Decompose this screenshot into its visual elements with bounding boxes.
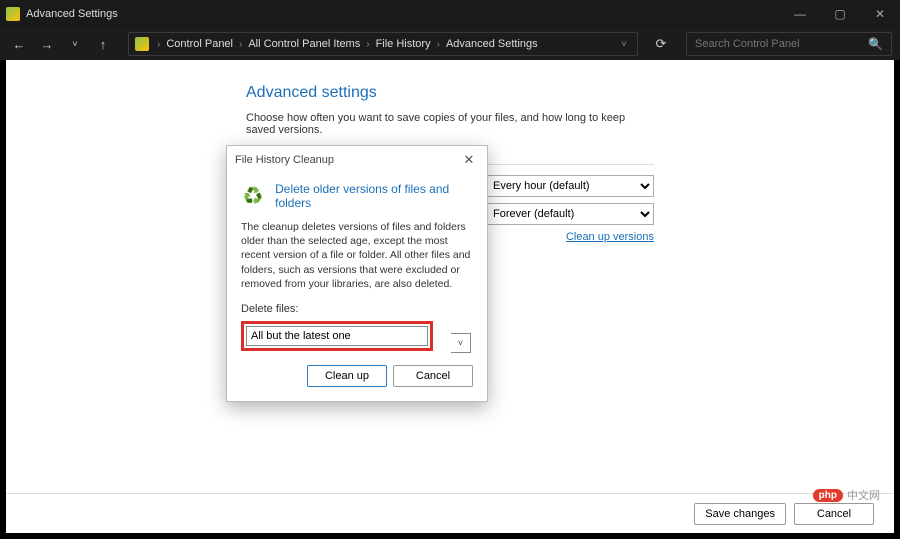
up-button[interactable]: ↑ xyxy=(92,33,114,55)
save-changes-button[interactable]: Save changes xyxy=(694,503,786,525)
delete-files-label: Delete files: xyxy=(241,303,473,315)
maximize-button[interactable]: ▢ xyxy=(820,0,860,28)
delete-files-highlight xyxy=(241,321,433,351)
search-icon[interactable]: 🔍 xyxy=(868,37,883,51)
crumb-advanced-settings[interactable]: Advanced Settings xyxy=(444,38,540,50)
folder-icon xyxy=(135,37,149,51)
breadcrumb-dropdown-icon[interactable]: ˅ xyxy=(615,39,633,50)
delete-files-select[interactable] xyxy=(246,326,428,346)
cancel-button[interactable]: Cancel xyxy=(794,503,874,525)
keep-versions-select[interactable]: Forever (default) xyxy=(484,203,654,225)
window-title: Advanced Settings xyxy=(26,8,118,20)
close-button[interactable]: ✕ xyxy=(860,0,900,28)
window-titlebar: Advanced Settings ― ▢ ✕ xyxy=(0,0,900,28)
dialog-body-text: The cleanup deletes versions of files an… xyxy=(241,220,473,291)
window-controls: ― ▢ ✕ xyxy=(780,0,900,28)
breadcrumb[interactable]: › Control Panel › All Control Panel Item… xyxy=(128,32,638,56)
dialog-cancel-button[interactable]: Cancel xyxy=(393,365,473,387)
crumb-all-items[interactable]: All Control Panel Items xyxy=(246,38,362,50)
refresh-button[interactable]: ⟳ xyxy=(650,36,672,52)
crumb-control-panel[interactable]: Control Panel xyxy=(164,38,235,50)
app-icon xyxy=(6,7,20,21)
chevron-right-icon[interactable]: › xyxy=(362,39,373,50)
cleanup-versions-link[interactable]: Clean up versions xyxy=(494,231,654,243)
watermark-pill: php xyxy=(813,489,843,502)
search-input[interactable] xyxy=(695,38,868,50)
toolbar: ← → ˅ ↑ › Control Panel › All Control Pa… xyxy=(0,28,900,60)
chevron-right-icon[interactable]: › xyxy=(433,39,444,50)
delete-files-dropdown-icon[interactable]: ˅ xyxy=(451,333,471,353)
chevron-right-icon[interactable]: › xyxy=(235,39,246,50)
page-subtitle: Choose how often you want to save copies… xyxy=(246,112,654,136)
search-box[interactable]: 🔍 xyxy=(686,32,892,56)
cleanup-button[interactable]: Clean up xyxy=(307,365,387,387)
minimize-button[interactable]: ― xyxy=(780,0,820,28)
dialog-titlebar[interactable]: File History Cleanup ✕ xyxy=(227,146,487,174)
recycle-bin-icon: ♻️ xyxy=(241,183,265,209)
dialog-title: File History Cleanup xyxy=(235,154,334,166)
forward-button[interactable]: → xyxy=(36,33,58,55)
page-footer: Save changes Cancel xyxy=(6,493,894,533)
dialog-heading: Delete older versions of files and folde… xyxy=(275,182,473,210)
file-history-cleanup-dialog: File History Cleanup ✕ ♻️ Delete older v… xyxy=(226,145,488,402)
page-title: Advanced settings xyxy=(246,84,654,102)
save-copies-select[interactable]: Every hour (default) xyxy=(484,175,654,197)
recent-dropdown-icon[interactable]: ˅ xyxy=(64,33,86,55)
crumb-file-history[interactable]: File History xyxy=(374,38,433,50)
back-button[interactable]: ← xyxy=(8,33,30,55)
chevron-right-icon[interactable]: › xyxy=(153,39,164,50)
watermark: php 中文网 xyxy=(813,487,880,503)
watermark-text: 中文网 xyxy=(847,487,880,503)
dialog-close-icon[interactable]: ✕ xyxy=(459,152,479,168)
